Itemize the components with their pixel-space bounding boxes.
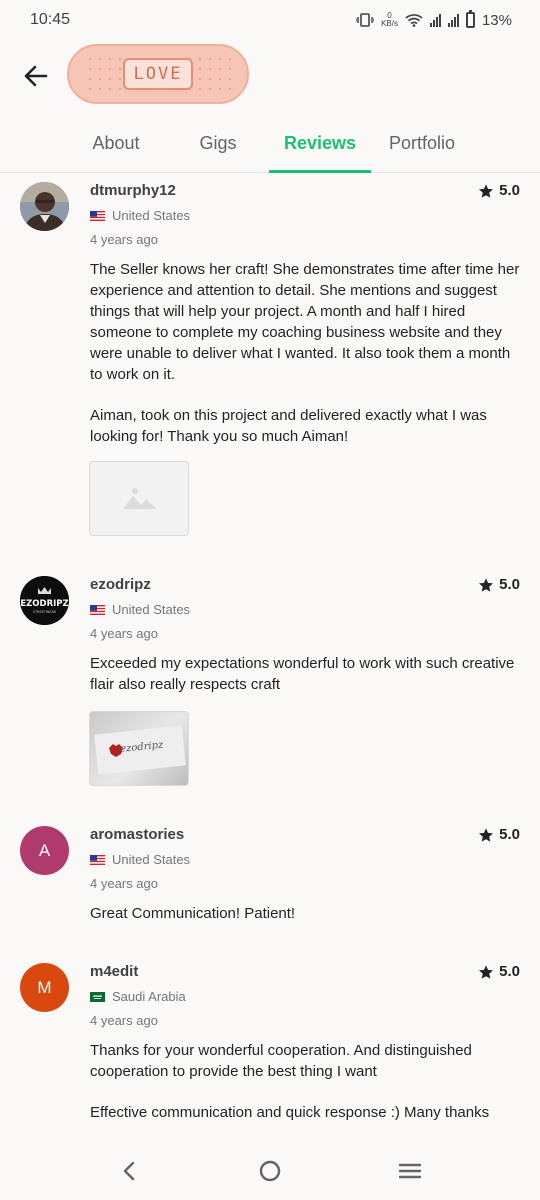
- review-time: 4 years ago: [90, 1013, 158, 1028]
- profile-tabs: About Gigs Reviews Portfolio: [0, 118, 540, 173]
- network-speed: 0 KB/s: [381, 11, 398, 28]
- us-flag-icon: [90, 604, 105, 615]
- reviews-list[interactable]: dtmurphy12 5.0 United States 4 years ago…: [0, 174, 540, 1142]
- review-attachment[interactable]: [89, 461, 189, 536]
- review-item: EZODRIPZ STREETWEAR ezodripz 5.0 United …: [0, 568, 540, 818]
- review-text: Exceeded my expectations wonderful to wo…: [90, 655, 515, 693]
- battery-level: 13%: [481, 11, 512, 29]
- love-sticker-text: LOVE: [122, 58, 194, 90]
- rating: 5.0: [478, 182, 520, 199]
- reviewer-name[interactable]: m4edit: [90, 963, 138, 980]
- rating: 5.0: [478, 576, 520, 593]
- ezodripz-logo: EZODRIPZ STREETWEAR: [20, 576, 69, 625]
- saudi-flag-icon: [90, 991, 105, 1002]
- circle-home-icon: [259, 1160, 281, 1182]
- tab-portfolio[interactable]: Portfolio: [371, 118, 473, 172]
- reviewer-country: United States: [90, 602, 190, 617]
- rating: 5.0: [478, 963, 520, 980]
- us-flag-icon: [90, 854, 105, 865]
- nav-home-button[interactable]: [250, 1151, 290, 1191]
- tab-about[interactable]: About: [65, 118, 167, 172]
- avatar[interactable]: [20, 182, 69, 231]
- tab-gigs[interactable]: Gigs: [167, 118, 269, 172]
- signal-icon: [429, 13, 441, 27]
- svg-text:STREETWEAR: STREETWEAR: [33, 610, 57, 614]
- review-text: Thanks for your wonderful cooperation. A…: [90, 1042, 490, 1121]
- battery-icon: [465, 10, 475, 28]
- star-icon: [479, 827, 494, 842]
- status-icons: 0 KB/s 13%: [356, 10, 512, 29]
- tab-reviews[interactable]: Reviews: [269, 118, 371, 173]
- avatar[interactable]: M: [20, 963, 69, 1012]
- rating-value: 5.0: [499, 826, 520, 843]
- us-flag-icon: [90, 210, 105, 221]
- review-time: 4 years ago: [90, 876, 158, 891]
- review-text: The Seller knows her craft! She demonstr…: [90, 261, 520, 445]
- nav-back-button[interactable]: [110, 1151, 150, 1191]
- review-text: Great Communication! Patient!: [90, 905, 296, 922]
- review-time: 4 years ago: [90, 232, 158, 247]
- arrow-left-icon[interactable]: [22, 62, 50, 90]
- image-placeholder-icon: [123, 488, 157, 509]
- menu-lines-icon: [398, 1163, 422, 1179]
- wifi-icon: [405, 14, 423, 27]
- reviewer-country: United States: [90, 208, 190, 223]
- star-icon: [479, 577, 494, 592]
- review-item: dtmurphy12 5.0 United States 4 years ago…: [0, 174, 540, 564]
- avatar[interactable]: EZODRIPZ STREETWEAR: [20, 576, 69, 625]
- love-sticker: LOVE: [67, 44, 249, 104]
- reviewer-photo: [20, 182, 69, 231]
- avatar[interactable]: A: [20, 826, 69, 875]
- reviewer-name[interactable]: aromastories: [90, 826, 184, 843]
- star-icon: [479, 183, 494, 198]
- star-icon: [479, 964, 494, 979]
- header: LOVE: [0, 40, 540, 118]
- reviewer-name[interactable]: ezodripz: [90, 576, 151, 593]
- status-bar: 10:45 0 KB/s 13%: [0, 0, 540, 40]
- system-nav-bar: [0, 1142, 540, 1200]
- svg-text:EZODRIPZ: EZODRIPZ: [20, 599, 68, 609]
- status-time: 10:45: [30, 11, 71, 28]
- rating-value: 5.0: [499, 576, 520, 593]
- review-attachment[interactable]: ezodripz: [89, 711, 189, 786]
- review-time: 4 years ago: [90, 626, 158, 641]
- rating-value: 5.0: [499, 963, 520, 980]
- logo-mockup-image: ezodripz: [94, 725, 186, 775]
- reviewer-country: United States: [90, 852, 190, 867]
- reviewer-name[interactable]: dtmurphy12: [90, 182, 176, 199]
- review-item: M m4edit 5.0 Saudi Arabia 4 years ago Th…: [0, 955, 540, 1142]
- rating: 5.0: [478, 826, 520, 843]
- nav-recents-button[interactable]: [390, 1151, 430, 1191]
- vibrate-icon: [356, 13, 375, 27]
- review-item: A aromastories 5.0 United States 4 years…: [0, 818, 540, 958]
- signal-icon-2: [447, 13, 459, 27]
- reviewer-country: Saudi Arabia: [90, 989, 186, 1004]
- rating-value: 5.0: [499, 182, 520, 199]
- chevron-left-icon: [123, 1161, 135, 1181]
